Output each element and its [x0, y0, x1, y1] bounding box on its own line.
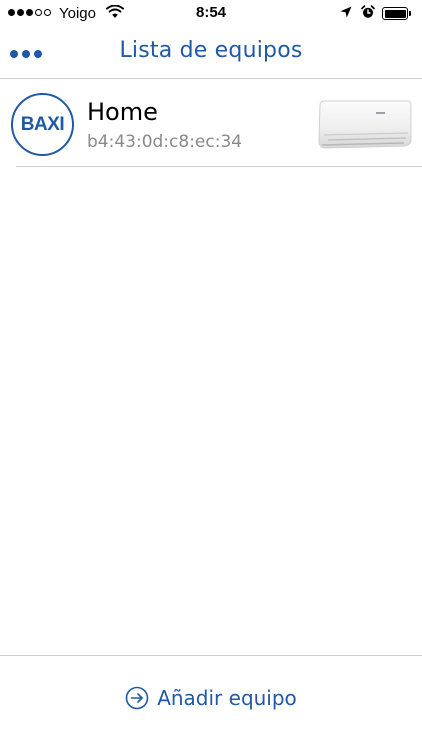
- add-device-button[interactable]: Añadir equipo: [0, 686, 422, 710]
- add-device-label: Añadir equipo: [157, 686, 297, 710]
- page-title: Lista de equipos: [119, 38, 303, 63]
- status-time: 8:54: [195, 4, 227, 21]
- navigation-bar: Lista de equipos: [0, 28, 422, 79]
- bottom-bar: Añadir equipo: [0, 655, 422, 751]
- status-bar: Yoigo 8:54: [0, 0, 422, 28]
- baxi-logo: BAXI: [11, 93, 74, 156]
- battery-body: [382, 7, 408, 20]
- battery-level: [384, 9, 406, 18]
- arrow-right-circle-icon: [125, 686, 149, 710]
- battery-tip: [409, 11, 411, 16]
- location-arrow-icon: [340, 6, 352, 18]
- device-name: Home: [87, 98, 158, 126]
- battery-icon: [382, 7, 412, 20]
- alarm-clock-icon: [361, 5, 375, 18]
- brand-logo-text: BAXI: [20, 113, 65, 135]
- device-list-item[interactable]: BAXI Home b4:43:0d:c8:ec:34: [0, 79, 422, 167]
- device-mac-address: b4:43:0d:c8:ec:34: [87, 132, 243, 152]
- row-divider: [16, 166, 422, 167]
- air-conditioner-image: [318, 100, 412, 149]
